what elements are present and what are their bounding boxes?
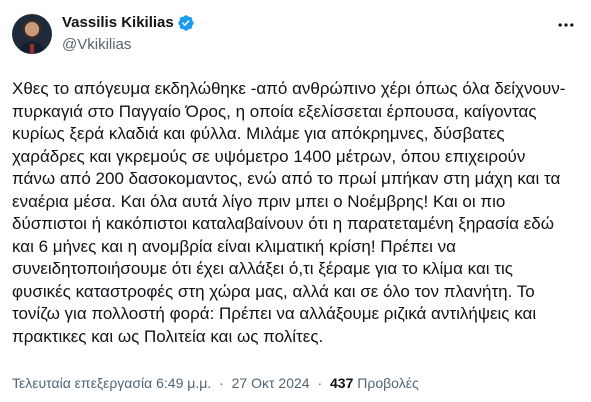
views-label: Προβολές bbox=[357, 375, 419, 391]
edited-label[interactable]: Τελευταία επεξεργασία bbox=[12, 375, 152, 391]
more-options-icon bbox=[558, 23, 574, 27]
tweet-meta: Τελευταία επεξεργασία 6:49 μ.μ. · 27 Οκτ… bbox=[12, 373, 419, 393]
tweet-card: Vassilis Kikilias @Vkikilias Χθες το από… bbox=[0, 0, 591, 402]
author-names: Vassilis Kikilias @Vkikilias bbox=[62, 12, 195, 55]
display-name[interactable]: Vassilis Kikilias bbox=[62, 13, 174, 33]
avatar[interactable] bbox=[12, 14, 52, 54]
tweet-time[interactable]: 6:49 μ.μ. bbox=[156, 375, 211, 391]
verified-badge-icon[interactable] bbox=[177, 14, 195, 32]
views-count: 437 bbox=[330, 375, 354, 391]
more-options-button[interactable] bbox=[555, 14, 577, 36]
meta-separator: · bbox=[219, 375, 224, 391]
tweet-header: Vassilis Kikilias @Vkikilias bbox=[12, 12, 577, 60]
tweet-date[interactable]: 27 Οκτ 2024 bbox=[232, 375, 310, 391]
tweet-text: Χθες το απόγευμα εκδηλώθηκε -από ανθρώπι… bbox=[12, 79, 566, 346]
author-handle[interactable]: @Vkikilias bbox=[62, 35, 195, 55]
avatar-tie bbox=[30, 44, 34, 54]
meta-separator-2: · bbox=[317, 375, 323, 391]
display-name-row: Vassilis Kikilias bbox=[62, 12, 195, 34]
